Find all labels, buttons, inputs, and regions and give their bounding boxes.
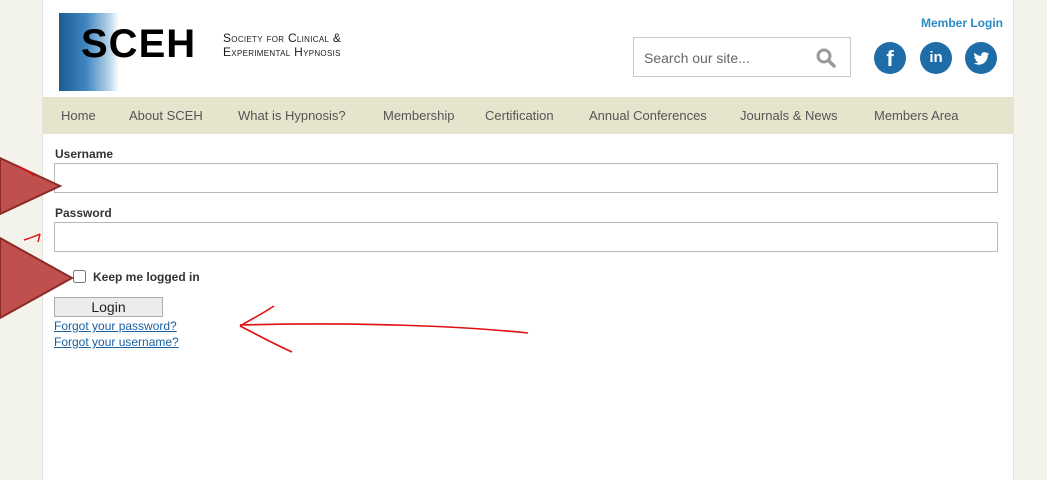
linkedin-icon[interactable]: in [920,42,952,74]
password-field[interactable] [54,222,998,252]
page-container: SCEH Society for Clinical & Experimental… [42,0,1014,480]
search-icon[interactable] [816,48,836,68]
nav-item-home[interactable]: Home [61,97,96,134]
login-button[interactable]: Login [54,297,163,317]
search-box [633,37,851,77]
nav-item-journals-news[interactable]: Journals & News [740,97,838,134]
logo-text[interactable]: SCEH [81,22,196,66]
main-nav: Home About SCEH What is Hypnosis? Member… [43,97,1013,134]
username-label: Username [55,147,114,161]
nav-item-membership[interactable]: Membership [383,97,455,134]
username-field[interactable] [54,163,998,193]
username-pen-mark [17,165,35,177]
member-login-link[interactable]: Member Login [921,16,1003,30]
nav-item-members-area[interactable]: Members Area [874,97,959,134]
forgot-password-link[interactable]: Forgot your password? [54,319,177,333]
nav-item-what-is-hypnosis[interactable]: What is Hypnosis? [238,97,346,134]
nav-item-certification[interactable]: Certification [485,97,554,134]
password-label: Password [55,206,112,220]
logo-tagline: Society for Clinical & Experimental Hypn… [223,31,342,59]
nav-item-annual-conferences[interactable]: Annual Conferences [589,97,707,134]
twitter-icon[interactable] [965,42,997,74]
nav-item-about[interactable]: About SCEH [129,97,203,134]
password-pen-mark [23,233,41,243]
forgot-username-link[interactable]: Forgot your username? [54,335,179,349]
facebook-icon[interactable]: f [874,42,906,74]
remember-me-label: Keep me logged in [93,270,200,284]
remember-me-checkbox[interactable] [73,270,86,283]
search-input[interactable] [642,47,806,69]
